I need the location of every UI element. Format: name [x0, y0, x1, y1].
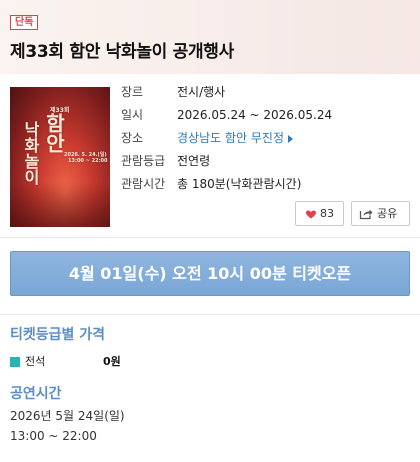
- event-poster[interactable]: 제33회 함안 낙화놀이 2026. 5. 24.(일) 13:00 ~ 22:…: [10, 87, 110, 227]
- like-button[interactable]: 83: [295, 201, 344, 226]
- share-label: 공유: [377, 207, 398, 220]
- divider: [0, 314, 420, 315]
- grade-name: 전석: [25, 355, 46, 368]
- info-value: 2026.05.24 ~ 2026.05.24: [177, 108, 333, 122]
- info-key: 장소: [121, 131, 144, 145]
- info-value: 전연령: [177, 154, 211, 168]
- info-row-duration: 관람시간 총 180분(낙화관람시간): [121, 174, 411, 194]
- info-key: 장르: [121, 85, 144, 99]
- venue-link-label: 경상남도 함안 무진정: [177, 131, 284, 145]
- event-header: 단독 제33회 함안 낙화놀이 공개행사: [0, 0, 420, 74]
- chevron-right-icon: [288, 134, 293, 143]
- price-section-title: 티켓등급별 가격: [10, 327, 106, 343]
- share-button[interactable]: 공유: [351, 201, 410, 226]
- poster-time: 13:00 ~ 22:00: [68, 158, 108, 164]
- poster-date: 2026. 5. 24.(일): [64, 152, 107, 158]
- like-count: 83: [320, 207, 334, 220]
- info-value: 전시/행사: [177, 85, 226, 99]
- grade-color-swatch: [10, 357, 20, 367]
- poster-title-line1: 함안: [42, 113, 66, 153]
- poster-title-line2: 낙화놀이: [21, 121, 40, 185]
- info-row-genre: 장르 전시/행사: [121, 82, 411, 102]
- info-key: 관람등급: [121, 154, 166, 168]
- info-row-rating: 관람등급 전연령: [121, 151, 411, 171]
- ticket-open-button[interactable]: 4월 01일(수) 오전 10시 00분 티켓오픈: [10, 251, 410, 296]
- schedule-section-title: 공연시간: [10, 386, 62, 402]
- exclusive-badge: 단독: [10, 15, 39, 30]
- performance-time: 13:00 ~ 22:00: [10, 429, 97, 443]
- divider: [0, 237, 420, 238]
- poster-crowd-shading: [10, 182, 110, 227]
- info-key: 일시: [121, 108, 144, 122]
- share-icon: [359, 209, 373, 220]
- performance-date: 2026년 5월 24일(일): [10, 409, 125, 423]
- info-row-venue: 장소 경상남도 함안 무진정: [121, 128, 411, 148]
- venue-link[interactable]: 경상남도 함안 무진정: [177, 128, 293, 148]
- info-row-date: 일시 2026.05.24 ~ 2026.05.24: [121, 105, 411, 125]
- info-value: 총 180분(낙화관람시간): [177, 177, 302, 191]
- heart-icon: [305, 210, 317, 219]
- event-title: 제33회 함안 낙화놀이 공개행사: [10, 42, 234, 62]
- info-key: 관람시간: [121, 177, 166, 191]
- grade-price: 0원: [103, 355, 121, 368]
- event-info: 장르 전시/행사 일시 2026.05.24 ~ 2026.05.24 장소 경…: [121, 82, 411, 197]
